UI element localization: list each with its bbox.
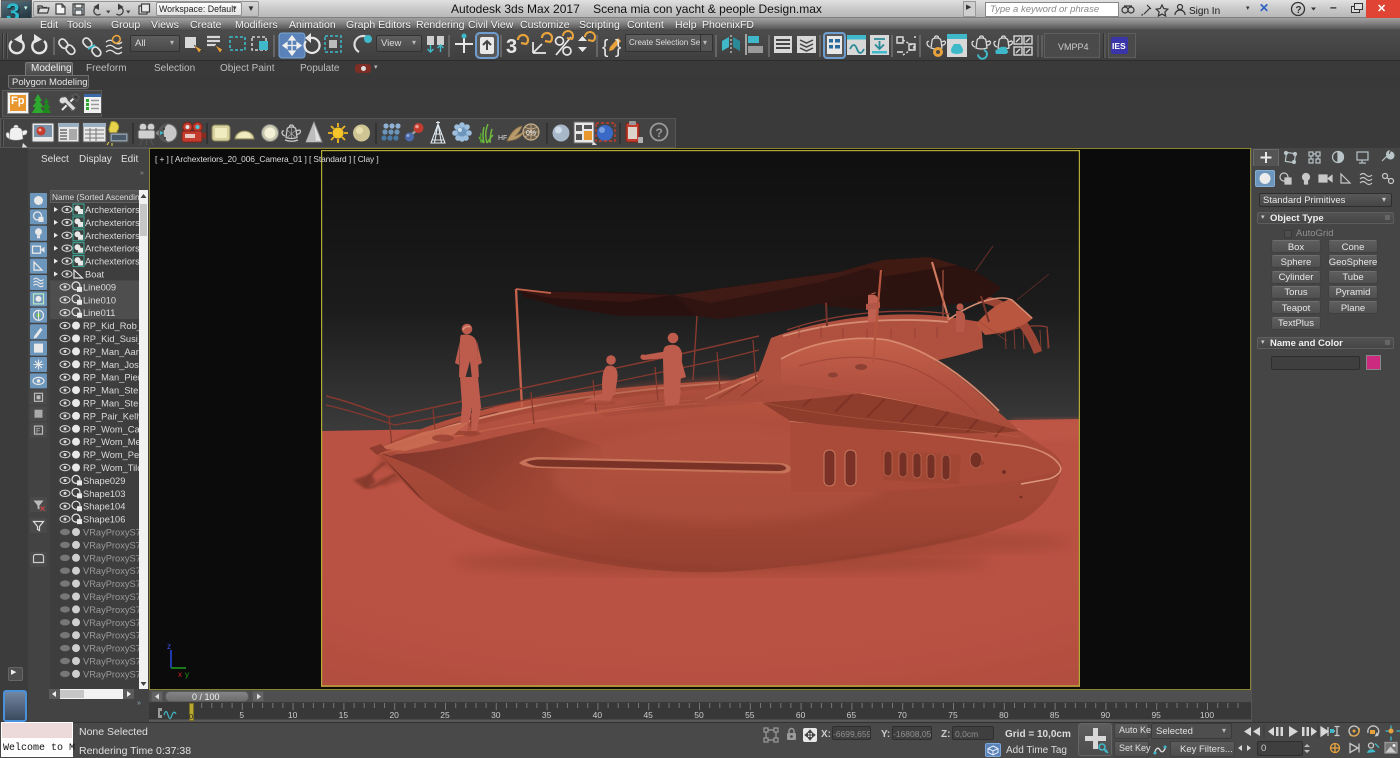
svg-text:x: x — [178, 670, 182, 679]
svg-text:55: 55 — [745, 710, 755, 720]
svg-text:Shape106: Shape106 — [83, 515, 125, 525]
svg-text:Line010: Line010 — [83, 295, 116, 305]
svg-text:VRayProxyS7: VRayProxyS7 — [83, 592, 141, 602]
svg-text:VRayProxyS7: VRayProxyS7 — [83, 618, 141, 628]
svg-text:40: 40 — [593, 710, 603, 720]
svg-text:?: ? — [656, 126, 663, 140]
svg-text:Archexteriors: Archexteriors — [85, 231, 140, 241]
svg-text:HF: HF — [498, 135, 507, 142]
svg-text:Sign In: Sign In — [1189, 6, 1220, 17]
svg-text:VRayProxyS7: VRayProxyS7 — [83, 669, 141, 679]
svg-text:RP_Man_Ste: RP_Man_Ste — [83, 386, 138, 396]
svg-text:Shape103: Shape103 — [83, 489, 125, 499]
svg-text:y: y — [185, 670, 189, 679]
svg-text:70: 70 — [897, 710, 907, 720]
svg-text:RP_Kid_Susi_: RP_Kid_Susi_ — [83, 334, 144, 344]
svg-text:15: 15 — [339, 710, 349, 720]
svg-text:85: 85 — [1050, 710, 1060, 720]
svg-text:RP_Kid_Rob_: RP_Kid_Rob_ — [83, 321, 143, 331]
svg-text:60: 60 — [796, 710, 806, 720]
svg-text:z: z — [167, 642, 171, 651]
svg-text:RP_Wom_Tilo: RP_Wom_Tilo — [83, 463, 142, 473]
svg-text:3: 3 — [506, 36, 517, 58]
svg-text:90: 90 — [1101, 710, 1111, 720]
svg-text:}: } — [615, 37, 621, 58]
svg-text:Shape029: Shape029 — [83, 476, 125, 486]
svg-text:Archexteriors: Archexteriors — [85, 257, 140, 267]
svg-text:Line009: Line009 — [83, 282, 116, 292]
svg-text:VRayProxyS7: VRayProxyS7 — [83, 657, 141, 667]
svg-text:Boat: Boat — [85, 270, 105, 280]
svg-text:VRayProxyS7: VRayProxyS7 — [83, 644, 141, 654]
svg-text:RP_Wom_Pe: RP_Wom_Pe — [83, 450, 139, 460]
svg-text:Archexteriors: Archexteriors — [85, 218, 140, 228]
svg-text:45: 45 — [643, 710, 653, 720]
svg-text:RP_Wom_Ca: RP_Wom_Ca — [83, 424, 140, 434]
svg-text:VRayProxyS7: VRayProxyS7 — [83, 528, 141, 538]
svg-text:25: 25 — [440, 710, 450, 720]
svg-text:100: 100 — [1200, 710, 1214, 720]
svg-text:Line011: Line011 — [83, 308, 115, 318]
svg-text:Archexteriors: Archexteriors — [85, 244, 140, 254]
svg-text:{: { — [602, 37, 609, 58]
svg-text:RP_Man_Ste: RP_Man_Ste — [83, 399, 138, 409]
svg-text:RP_Wom_Me: RP_Wom_Me — [83, 437, 141, 447]
svg-text:RP_Man_Jose: RP_Man_Jose — [83, 360, 144, 370]
svg-text:30: 30 — [491, 710, 501, 720]
svg-text:10: 10 — [288, 710, 298, 720]
svg-text:35: 35 — [542, 710, 552, 720]
svg-text:5: 5 — [239, 710, 244, 720]
svg-text:Archexteriors: Archexteriors — [85, 205, 140, 215]
svg-text:VRayProxyS7: VRayProxyS7 — [83, 605, 141, 615]
svg-text:F: F — [36, 428, 40, 435]
svg-text:VRayProxyS7: VRayProxyS7 — [83, 631, 141, 641]
svg-text:RP_Pair_Kelly: RP_Pair_Kelly — [83, 411, 143, 421]
svg-text:80: 80 — [999, 710, 1009, 720]
svg-text:?: ? — [1296, 5, 1302, 16]
svg-text:VRayProxyS7: VRayProxyS7 — [83, 553, 141, 563]
svg-text:RP_Man_Aar: RP_Man_Aar — [83, 347, 139, 357]
svg-text:RP_Man_Pier: RP_Man_Pier — [83, 373, 141, 383]
svg-text:20: 20 — [389, 710, 399, 720]
svg-text:VRayProxyS7: VRayProxyS7 — [83, 579, 141, 589]
svg-text:VRayProxyS7: VRayProxyS7 — [83, 540, 141, 550]
svg-text:65: 65 — [847, 710, 857, 720]
svg-text:0%: 0% — [526, 130, 536, 137]
svg-text:VRayProxyS7: VRayProxyS7 — [83, 566, 141, 576]
svg-text:75: 75 — [948, 710, 958, 720]
svg-text:50: 50 — [694, 710, 704, 720]
svg-text:95: 95 — [1151, 710, 1161, 720]
svg-text:Shape104: Shape104 — [83, 502, 125, 512]
